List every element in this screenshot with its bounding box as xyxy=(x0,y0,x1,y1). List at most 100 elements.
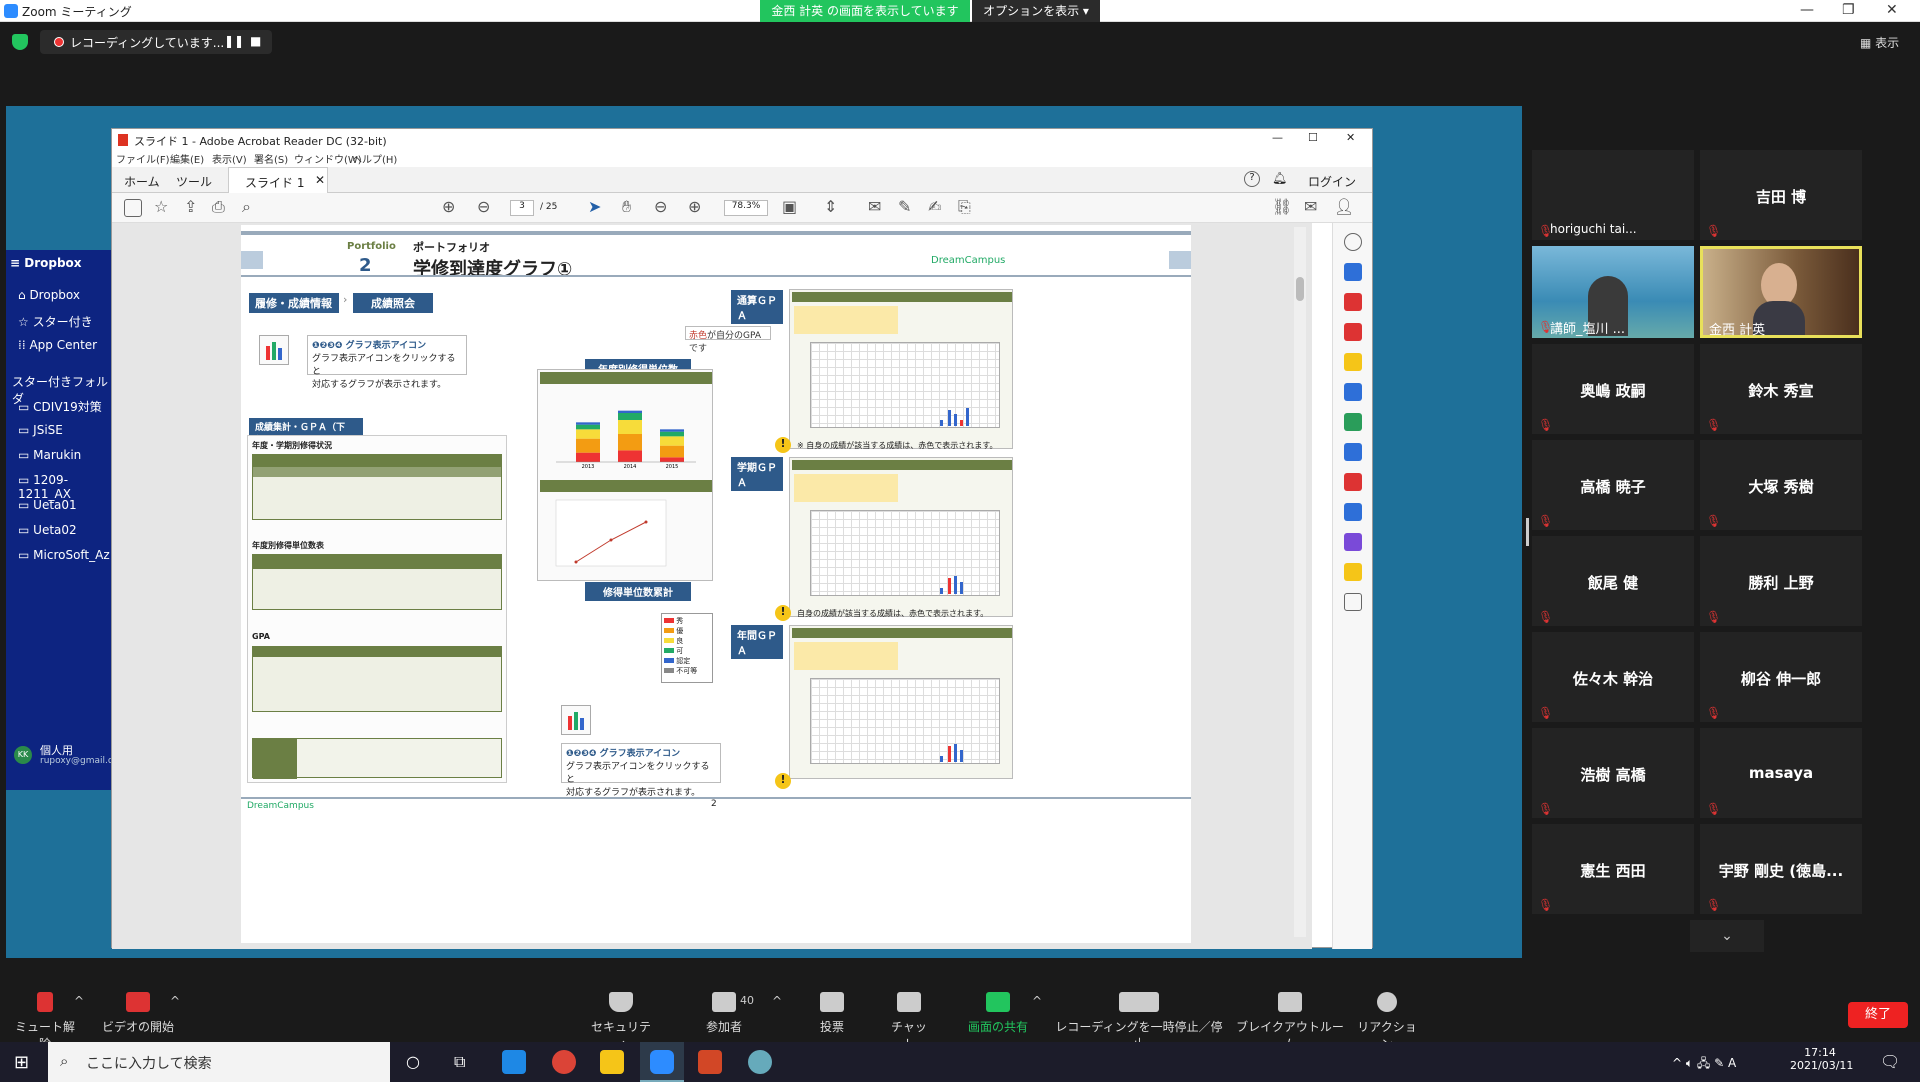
tray-icons[interactable]: ^ 🔈︎ 🖧 ✎ A xyxy=(1672,1054,1736,1075)
view-button[interactable]: ▦ 表示 xyxy=(1860,34,1899,51)
link-icon[interactable]: ⛓ xyxy=(1272,197,1292,216)
edit-pdf-icon[interactable] xyxy=(1344,323,1362,341)
acrobat-maximize-icon[interactable]: ☐ xyxy=(1308,131,1318,144)
windows-start-icon[interactable]: ⊞ xyxy=(14,1052,29,1073)
page-down-icon[interactable]: ⊖ xyxy=(477,197,490,216)
scrollbar-thumb[interactable] xyxy=(1296,277,1304,301)
clock[interactable]: 17:14 2021/03/11 xyxy=(1790,1046,1853,1072)
certify-icon[interactable] xyxy=(1344,533,1362,551)
folder-item[interactable]: ▭ Ueta01 xyxy=(18,498,77,512)
acrobat-close-icon[interactable]: ✕ xyxy=(1346,131,1355,144)
upload-icon[interactable]: ⇪ xyxy=(184,197,197,216)
scroll-mode-icon[interactable]: ⇕ xyxy=(824,197,837,216)
folder-item[interactable]: ▭ Ueta02 xyxy=(18,523,77,537)
select-tool-icon[interactable]: ➤ xyxy=(588,197,601,216)
participant-tile[interactable]: 勝利 上野 🎙︎ xyxy=(1700,536,1862,626)
participant-tile[interactable]: 宇野 剛史 (徳島... 🎙︎ xyxy=(1700,824,1862,914)
participant-tile[interactable]: 憲生 西田 🎙︎ xyxy=(1532,824,1694,914)
help-icon[interactable]: ? xyxy=(1244,171,1260,187)
folder-item[interactable]: ▭ MicroSoft_Az xyxy=(18,548,110,562)
participant-tile[interactable]: 大塚 秀樹 🎙︎ xyxy=(1700,440,1862,530)
print-icon[interactable]: ⎙ xyxy=(212,197,225,217)
send-icon[interactable] xyxy=(1344,443,1362,461)
chrome-icon[interactable] xyxy=(552,1050,576,1074)
stop-recording-icon[interactable]: ■ xyxy=(250,34,261,48)
acrobat-minimize-icon[interactable]: — xyxy=(1272,131,1283,144)
organize-icon[interactable] xyxy=(1344,413,1362,431)
fit-page-icon[interactable]: ▣ xyxy=(782,197,797,216)
menu-edit[interactable]: 編集(E) xyxy=(170,151,204,166)
participant-tile[interactable]: masaya 🎙︎ xyxy=(1700,728,1862,818)
view-options-button[interactable]: オプションを表示 ▾ xyxy=(972,0,1100,22)
more-tools-icon[interactable] xyxy=(1344,593,1362,611)
folder-item[interactable]: ▭ 1209-1211_AX xyxy=(18,473,112,501)
login-link[interactable]: ログイン xyxy=(1308,173,1356,190)
protect-icon[interactable] xyxy=(1344,503,1362,521)
folder-item[interactable]: ▭ Marukin xyxy=(18,448,81,462)
snipping-tool-icon[interactable] xyxy=(748,1050,772,1074)
close-icon[interactable]: ✕ xyxy=(1886,2,1898,18)
zoom-taskbar-active[interactable] xyxy=(640,1042,684,1082)
participant-tile[interactable]: 高橋 暁子 🎙︎ xyxy=(1532,440,1694,530)
sign-icon[interactable]: ✍ xyxy=(928,197,941,216)
participant-tile[interactable]: 柳谷 伸一郎 🎙︎ xyxy=(1700,632,1862,722)
fill-sign-icon[interactable] xyxy=(1344,473,1362,491)
task-view-icon[interactable]: ⧉ xyxy=(454,1052,465,1072)
tab-close-icon[interactable]: ✕ xyxy=(315,173,325,187)
request-sign-icon[interactable] xyxy=(1344,563,1362,581)
notifications-icon[interactable]: 🗨︎ xyxy=(1880,1052,1900,1071)
menu-sign[interactable]: 署名(S) xyxy=(254,151,288,166)
participant-tile[interactable]: 奥嶋 政嗣 🎙︎ xyxy=(1532,344,1694,434)
export-pdf-icon[interactable] xyxy=(1344,263,1362,281)
minimize-icon[interactable]: — xyxy=(1800,2,1814,18)
bookmark-star-icon[interactable]: ☆ xyxy=(154,197,168,216)
email-icon[interactable]: ✉ xyxy=(1304,197,1317,216)
tab-document[interactable]: スライド 1 ✕ xyxy=(228,167,328,193)
mute-options-icon[interactable]: ^ xyxy=(74,994,84,1008)
add-user-icon[interactable]: 👤︎ xyxy=(1334,197,1354,216)
comment-pane-icon[interactable] xyxy=(1344,353,1362,371)
dropbox-item-appcenter[interactable]: ⁞⁞ App Center xyxy=(18,338,97,352)
dropbox-item-home[interactable]: ⌂ Dropbox xyxy=(18,288,80,302)
share-screen-button[interactable]: 画面の共有 xyxy=(960,992,1036,1035)
taskbar-search-input[interactable]: ここに入力して検索 xyxy=(86,1053,212,1073)
zoom-out-icon[interactable]: ⊖ xyxy=(654,197,667,216)
menu-view[interactable]: 表示(V) xyxy=(212,151,247,166)
bell-icon[interactable]: 🔔︎ xyxy=(1272,171,1287,185)
active-speaker-tile[interactable]: 金西 計英 xyxy=(1700,246,1862,338)
save-icon[interactable] xyxy=(124,199,142,217)
start-video-button[interactable]: ビデオの開始 xyxy=(98,992,178,1035)
search-icon[interactable]: ⌕ xyxy=(242,197,251,217)
cortana-icon[interactable]: ○ xyxy=(406,1052,420,1071)
document-viewport[interactable]: Portfolio ポートフォリオ 2 学修到達度グラフ① DreamCampu… xyxy=(112,223,1312,949)
restore-icon[interactable]: ❐ xyxy=(1842,2,1855,18)
share-options-icon[interactable]: ^ xyxy=(1032,994,1042,1008)
dropbox-item-starred[interactable]: ☆ スター付き xyxy=(18,313,93,330)
end-meeting-button[interactable]: 終了 xyxy=(1848,1002,1908,1028)
taskbar-search[interactable]: ⌕ ここに入力して検索 xyxy=(48,1042,390,1082)
folder-item[interactable]: ▭ JSiSE xyxy=(18,423,63,437)
taskbar-app-icon[interactable] xyxy=(502,1050,526,1074)
tab-home[interactable]: ホーム xyxy=(124,173,160,190)
powerpoint-icon[interactable] xyxy=(698,1050,722,1074)
splitter-handle[interactable] xyxy=(1526,518,1529,546)
combine-icon[interactable] xyxy=(1344,383,1362,401)
folder-item[interactable]: ▭ CDIV19対策 xyxy=(18,398,102,415)
participant-video-tile[interactable]: 🎙︎ 講師_塩川 ... xyxy=(1532,246,1694,338)
security-shield-icon[interactable] xyxy=(12,34,28,50)
participant-tile[interactable]: 佐々木 幹治 🎙︎ xyxy=(1532,632,1694,722)
video-options-icon[interactable]: ^ xyxy=(170,994,180,1008)
highlight-icon[interactable]: ✎ xyxy=(898,197,911,216)
menu-help[interactable]: ヘルプ(H) xyxy=(352,151,397,166)
participant-tile[interactable]: 鈴木 秀宣 🎙︎ xyxy=(1700,344,1862,434)
file-explorer-icon[interactable] xyxy=(600,1050,624,1074)
page-up-icon[interactable]: ⊕ xyxy=(442,197,455,216)
gallery-next-button[interactable]: ⌄ xyxy=(1690,920,1764,952)
vertical-scrollbar[interactable] xyxy=(1294,227,1306,937)
polls-button[interactable]: 投票 xyxy=(812,992,852,1035)
page-number-input[interactable]: 3 xyxy=(510,200,534,216)
hand-tool-icon[interactable]: ✋︎ xyxy=(622,197,631,217)
zoom-in-icon[interactable]: ⊕ xyxy=(688,197,701,216)
pause-recording-icon[interactable]: ❚❚ xyxy=(224,34,244,48)
participant-tile[interactable]: 🎙︎ horiguchi tai... xyxy=(1532,150,1694,240)
